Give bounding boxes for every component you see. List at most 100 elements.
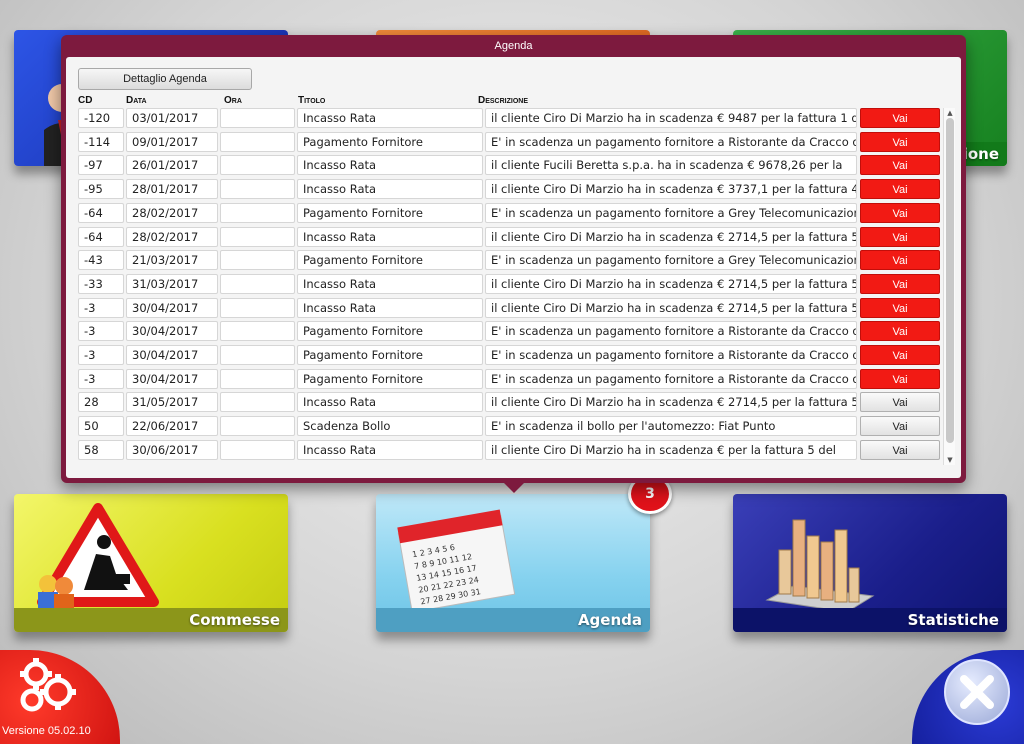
- cell-descrizione[interactable]: E' in scadenza un pagamento fornitore a …: [485, 250, 857, 271]
- vai-button[interactable]: Vai: [860, 226, 940, 247]
- cell-data[interactable]: 30/06/2017: [126, 439, 218, 460]
- cell-descrizione[interactable]: E' in scadenza un pagamento fornitore a …: [485, 131, 857, 152]
- vai-button[interactable]: Vai: [860, 155, 940, 176]
- cell-data[interactable]: 31/03/2017: [126, 273, 218, 294]
- cell-data[interactable]: 31/05/2017: [126, 392, 218, 413]
- vai-button[interactable]: Vai: [860, 131, 940, 152]
- cell-data[interactable]: 22/06/2017: [126, 416, 218, 437]
- cell-cd[interactable]: -3: [78, 321, 124, 342]
- table-scrollbar[interactable]: ▲ ▼: [943, 108, 955, 465]
- cell-data[interactable]: 30/04/2017: [126, 345, 218, 365]
- cell-descrizione[interactable]: E' in scadenza un pagamento fornitore a …: [485, 368, 857, 389]
- cell-titolo[interactable]: Scadenza Bollo: [297, 416, 483, 437]
- cell-cd[interactable]: -3: [78, 297, 124, 318]
- cell-ora[interactable]: [220, 131, 295, 152]
- cell-descrizione[interactable]: il cliente Ciro Di Marzio ha in scadenza…: [485, 439, 857, 460]
- cell-ora[interactable]: [220, 439, 295, 460]
- cell-ora[interactable]: [220, 179, 295, 200]
- cell-cd[interactable]: -3: [78, 345, 124, 365]
- vai-button[interactable]: Vai: [860, 416, 940, 437]
- cell-descrizione[interactable]: il cliente Ciro Di Marzio ha in scadenza…: [485, 179, 857, 200]
- cell-cd[interactable]: 28: [78, 392, 124, 413]
- cell-data[interactable]: 26/01/2017: [126, 155, 218, 176]
- cell-titolo[interactable]: Incasso Rata: [297, 297, 483, 318]
- cell-titolo[interactable]: Incasso Rata: [297, 155, 483, 176]
- cell-titolo[interactable]: Incasso Rata: [297, 439, 483, 460]
- cell-cd[interactable]: -33: [78, 273, 124, 294]
- cell-ora[interactable]: [220, 321, 295, 342]
- vai-button[interactable]: Vai: [860, 250, 940, 271]
- cell-ora[interactable]: [220, 250, 295, 271]
- cell-descrizione[interactable]: E' in scadenza il bollo per l'automezzo:…: [485, 416, 857, 437]
- cell-cd[interactable]: -64: [78, 226, 124, 247]
- cell-cd[interactable]: -43: [78, 250, 124, 271]
- cell-titolo[interactable]: Pagamento Fornitore: [297, 368, 483, 389]
- cell-cd[interactable]: 50: [78, 416, 124, 437]
- cell-ora[interactable]: [220, 416, 295, 437]
- vai-button[interactable]: Vai: [860, 202, 940, 223]
- cell-titolo[interactable]: Pagamento Fornitore: [297, 345, 483, 365]
- cell-descrizione[interactable]: il cliente Ciro Di Marzio ha in scadenza…: [485, 108, 857, 128]
- cell-descrizione[interactable]: il cliente Ciro Di Marzio ha in scadenza…: [485, 273, 857, 294]
- cell-cd[interactable]: 58: [78, 439, 124, 460]
- cell-data[interactable]: 09/01/2017: [126, 131, 218, 152]
- cell-cd[interactable]: -120: [78, 108, 124, 128]
- tile-agenda[interactable]: 1 2 3 4 5 6 7 8 9 10 11 12 13 14 15 16 1…: [376, 494, 650, 632]
- cell-descrizione[interactable]: il cliente Ciro Di Marzio ha in scadenza…: [485, 297, 857, 318]
- vai-button[interactable]: Vai: [860, 345, 940, 365]
- tile-commesse[interactable]: Commesse: [14, 494, 288, 632]
- cell-data[interactable]: 30/04/2017: [126, 368, 218, 389]
- vai-button[interactable]: Vai: [860, 321, 940, 342]
- cell-cd[interactable]: -114: [78, 131, 124, 152]
- scroll-thumb[interactable]: [946, 118, 954, 443]
- vai-button[interactable]: Vai: [860, 273, 940, 294]
- scroll-up-arrow-icon[interactable]: ▲: [944, 108, 956, 118]
- gears-icon[interactable]: [14, 656, 78, 718]
- cell-descrizione[interactable]: il cliente Fucili Beretta s.p.a. ha in s…: [485, 155, 857, 176]
- cell-data[interactable]: 30/04/2017: [126, 297, 218, 318]
- cell-data[interactable]: 28/02/2017: [126, 226, 218, 247]
- cell-ora[interactable]: [220, 108, 295, 128]
- cell-ora[interactable]: [220, 273, 295, 294]
- cell-cd[interactable]: -97: [78, 155, 124, 176]
- cell-titolo[interactable]: Pagamento Fornitore: [297, 250, 483, 271]
- scroll-down-arrow-icon[interactable]: ▼: [944, 455, 956, 465]
- cell-titolo[interactable]: Incasso Rata: [297, 179, 483, 200]
- cell-titolo[interactable]: Pagamento Fornitore: [297, 202, 483, 223]
- cell-titolo[interactable]: Pagamento Fornitore: [297, 321, 483, 342]
- cell-descrizione[interactable]: E' in scadenza un pagamento fornitore a …: [485, 202, 857, 223]
- dettaglio-agenda-button[interactable]: Dettaglio Agenda: [78, 68, 252, 90]
- cell-ora[interactable]: [220, 297, 295, 318]
- close-button[interactable]: [944, 659, 1010, 725]
- cell-titolo[interactable]: Incasso Rata: [297, 226, 483, 247]
- cell-ora[interactable]: [220, 392, 295, 413]
- tile-statistiche[interactable]: Statistiche: [733, 494, 1007, 632]
- cell-ora[interactable]: [220, 226, 295, 247]
- cell-data[interactable]: 30/04/2017: [126, 321, 218, 342]
- vai-button[interactable]: Vai: [860, 108, 940, 128]
- cell-ora[interactable]: [220, 345, 295, 365]
- cell-data[interactable]: 28/01/2017: [126, 179, 218, 200]
- cell-titolo[interactable]: Incasso Rata: [297, 273, 483, 294]
- cell-cd[interactable]: -95: [78, 179, 124, 200]
- cell-descrizione[interactable]: E' in scadenza un pagamento fornitore a …: [485, 345, 857, 365]
- cell-ora[interactable]: [220, 368, 295, 389]
- cell-data[interactable]: 28/02/2017: [126, 202, 218, 223]
- cell-descrizione[interactable]: il cliente Ciro Di Marzio ha in scadenza…: [485, 392, 857, 413]
- cell-cd[interactable]: -64: [78, 202, 124, 223]
- cell-cd[interactable]: -3: [78, 368, 124, 389]
- cell-ora[interactable]: [220, 202, 295, 223]
- cell-descrizione[interactable]: il cliente Ciro Di Marzio ha in scadenza…: [485, 226, 857, 247]
- vai-button[interactable]: Vai: [860, 439, 940, 460]
- cell-titolo[interactable]: Incasso Rata: [297, 392, 483, 413]
- vai-button[interactable]: Vai: [860, 392, 940, 413]
- vai-button[interactable]: Vai: [860, 297, 940, 318]
- vai-button[interactable]: Vai: [860, 179, 940, 200]
- cell-data[interactable]: 03/01/2017: [126, 108, 218, 128]
- cell-titolo[interactable]: Incasso Rata: [297, 108, 483, 128]
- cell-ora[interactable]: [220, 155, 295, 176]
- cell-descrizione[interactable]: E' in scadenza un pagamento fornitore a …: [485, 321, 857, 342]
- vai-button[interactable]: Vai: [860, 368, 940, 389]
- cell-titolo[interactable]: Pagamento Fornitore: [297, 131, 483, 152]
- cell-data[interactable]: 21/03/2017: [126, 250, 218, 271]
